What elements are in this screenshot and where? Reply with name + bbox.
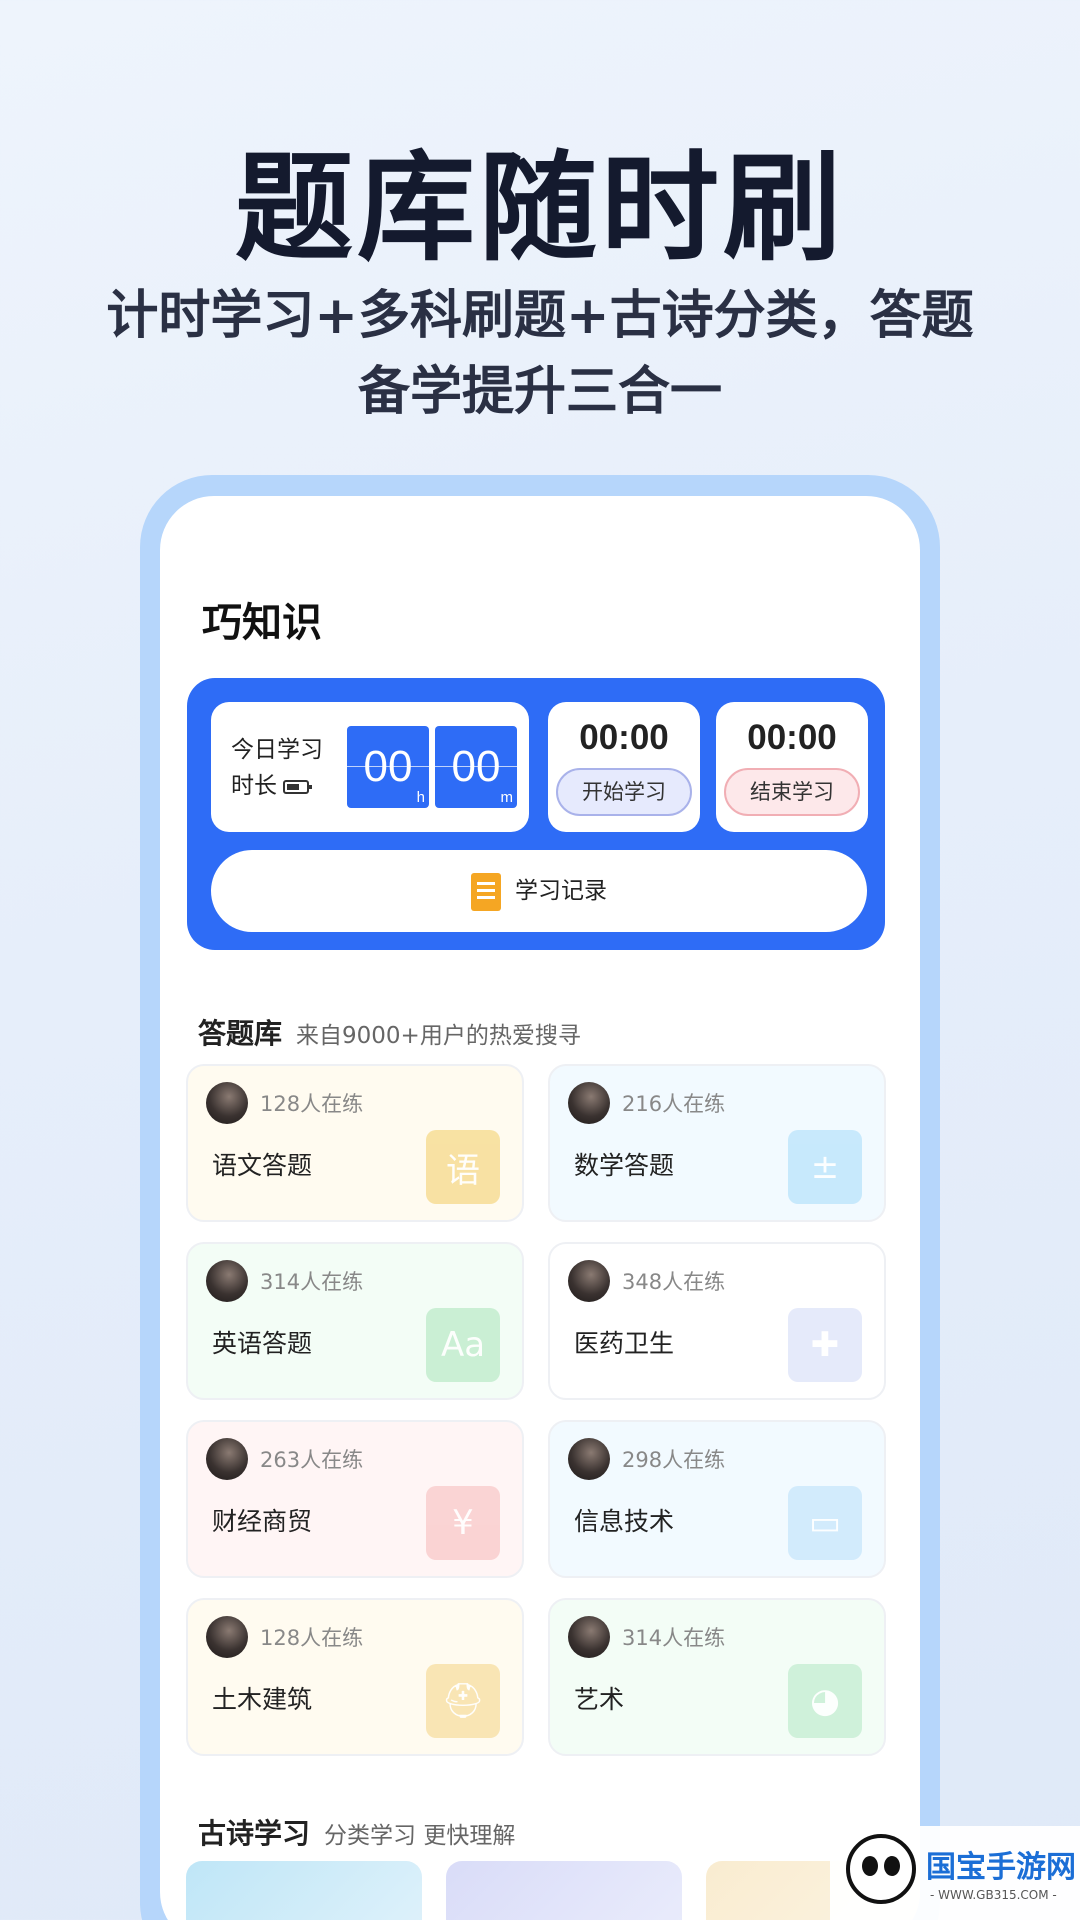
avatar: [568, 1082, 610, 1124]
coin-icon: ¥: [426, 1486, 500, 1560]
subject-card[interactable]: 128人在练语文答题 语: [186, 1064, 524, 1222]
avatar: [206, 1616, 248, 1658]
hero-subtitle-line1: 计时学习+多科刷题+古诗分类，答题: [106, 286, 974, 346]
phone-screen: 巧知识 今日学习 时长 00 h 00 m 00:00 开始学习 00:00 结…: [160, 496, 920, 1920]
learner-count: 314人在练: [622, 1626, 726, 1650]
minutes-display: 00 m: [435, 726, 517, 808]
subject-card[interactable]: 298人在练信息技术 ▭: [548, 1420, 886, 1578]
poetry-title: 古诗学习: [198, 1817, 311, 1850]
flip-divider: [347, 766, 429, 767]
subject-name: 财经商贸: [212, 1507, 313, 1536]
watermark-url: - WWW.GB315.COM -: [930, 1888, 1057, 1902]
timer-panel: 今日学习 时长 00 h 00 m 00:00 开始学习 00:00 结束学习 …: [187, 678, 885, 950]
worker-icon: ⛑: [426, 1664, 500, 1738]
subject-card[interactable]: 263人在练财经商贸 ¥: [186, 1420, 524, 1578]
subject-name: 土木建筑: [212, 1685, 313, 1714]
letters-icon: Aa: [426, 1308, 500, 1382]
monitor-icon: ▭: [788, 1486, 862, 1560]
today-duration-label: 今日学习 时长: [231, 732, 323, 804]
hero-title: 题库随时刷: [234, 139, 845, 277]
study-record-label: 学习记录: [515, 878, 607, 904]
subject-name: 数学答题: [574, 1151, 675, 1180]
subject-card[interactable]: 216人在练数学答题 ±: [548, 1064, 886, 1222]
minutes-unit: m: [500, 789, 514, 806]
learner-count: 216人在练: [622, 1092, 726, 1116]
avatar: [568, 1260, 610, 1302]
calculator-icon: ±: [788, 1130, 862, 1204]
hours-unit: h: [416, 789, 425, 806]
subject-name: 信息技术: [574, 1507, 675, 1536]
hours-display: 00 h: [347, 726, 429, 808]
subject-card[interactable]: 314人在练艺术 ◕: [548, 1598, 886, 1756]
subject-card[interactable]: 348人在练医药卫生 ✚: [548, 1242, 886, 1400]
panda-logo-icon: [846, 1834, 916, 1904]
poetry-subtitle: 分类学习 更快理解: [324, 1823, 516, 1849]
app-title: 巧知识: [202, 600, 322, 646]
medkit-icon: ✚: [788, 1308, 862, 1382]
hero-subtitle: 计时学习+多科刷题+古诗分类，答题 备学提升三合一: [80, 278, 1000, 430]
site-watermark: 国宝手游网 - WWW.GB315.COM -: [830, 1826, 1080, 1920]
subject-name: 英语答题: [212, 1329, 313, 1358]
avatar: [568, 1616, 610, 1658]
subject-card[interactable]: 314人在练英语答题 Aa: [186, 1242, 524, 1400]
learner-count: 263人在练: [260, 1448, 364, 1472]
today-label-line1: 今日学习: [231, 737, 323, 763]
battery-icon: [283, 779, 312, 794]
learner-count: 298人在练: [622, 1448, 726, 1472]
subject-card[interactable]: 128人在练土木建筑 ⛑: [186, 1598, 524, 1756]
question-bank-header: 答题库 来自9000+用户的热爱搜寻: [198, 1012, 581, 1052]
end-study-card: 00:00 结束学习: [716, 702, 868, 832]
learner-count: 314人在练: [260, 1270, 364, 1294]
subject-name: 语文答题: [212, 1151, 313, 1180]
document-icon: [471, 872, 501, 911]
question-bank-subtitle: 来自9000+用户的热爱搜寻: [296, 1023, 581, 1049]
subject-name: 艺术: [574, 1685, 625, 1714]
study-record-button[interactable]: 学习记录: [211, 850, 867, 932]
poem-category-card[interactable]: [186, 1861, 422, 1920]
flip-divider: [435, 766, 517, 767]
start-study-button[interactable]: 开始学习: [556, 768, 692, 816]
book-icon: 语: [426, 1130, 500, 1204]
learner-count: 128人在练: [260, 1092, 364, 1116]
learner-count: 128人在练: [260, 1626, 364, 1650]
end-study-button[interactable]: 结束学习: [724, 768, 860, 816]
palette-icon: ◕: [788, 1664, 862, 1738]
today-duration-card: 今日学习 时长 00 h 00 m: [211, 702, 529, 832]
watermark-name: 国宝手游网: [926, 1850, 1076, 1885]
start-clock: 00:00: [579, 718, 669, 757]
poem-category-card[interactable]: [446, 1861, 682, 1920]
start-study-card: 00:00 开始学习: [548, 702, 700, 832]
subject-name: 医药卫生: [574, 1329, 675, 1358]
avatar: [206, 1438, 248, 1480]
avatar: [568, 1438, 610, 1480]
poetry-header: 古诗学习 分类学习 更快理解: [198, 1812, 515, 1852]
question-bank-title: 答题库: [198, 1017, 283, 1050]
avatar: [206, 1082, 248, 1124]
hero-subtitle-line2: 备学提升三合一: [357, 362, 722, 422]
avatar: [206, 1260, 248, 1302]
end-clock: 00:00: [747, 718, 837, 757]
today-label-line2: 时长: [231, 773, 277, 799]
learner-count: 348人在练: [622, 1270, 726, 1294]
